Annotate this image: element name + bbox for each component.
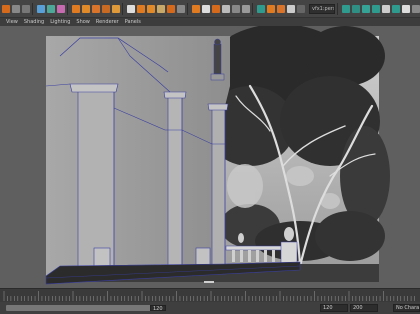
paint-select-icon[interactable]	[22, 4, 30, 13]
move-tool-icon[interactable]	[37, 4, 45, 13]
wireframe-icon[interactable]	[257, 4, 265, 13]
ipr-render-icon[interactable]	[167, 4, 175, 13]
axis-indicator	[204, 281, 214, 283]
timeline-ticks	[3, 291, 415, 301]
plinth-left	[93, 247, 111, 269]
panel-menu-bar: View Shading Lighting Show Renderer Pane…	[0, 18, 420, 26]
snap-point-icon[interactable]	[92, 4, 100, 13]
render-view-icon[interactable]	[157, 4, 165, 13]
ambient-occlusion-icon[interactable]	[382, 4, 390, 13]
pilaster-left	[77, 87, 115, 275]
lasso-tool-icon[interactable]	[12, 4, 20, 13]
balustrade-post	[280, 241, 298, 265]
tree-foliage	[205, 26, 390, 261]
toolbar-separator	[252, 2, 253, 15]
shadows-icon[interactable]	[297, 4, 305, 13]
xray-icon[interactable]	[352, 4, 360, 13]
snap-grid-icon[interactable]	[72, 4, 80, 13]
toolbar-separator	[32, 2, 33, 15]
isolate-select-icon[interactable]	[342, 4, 350, 13]
menu-lighting[interactable]: Lighting	[50, 18, 70, 26]
smooth-shade-icon[interactable]	[267, 4, 275, 13]
toolbar-separator	[337, 2, 338, 15]
cornice-left	[69, 83, 119, 93]
menu-shading[interactable]: Shading	[24, 18, 44, 26]
render-frame-icon[interactable]	[147, 4, 155, 13]
image-plane-icon[interactable]	[212, 4, 220, 13]
antialias-icon[interactable]	[402, 4, 410, 13]
rotate-tool-icon[interactable]	[47, 4, 55, 13]
snap-curve-icon[interactable]	[82, 4, 90, 13]
toolbar-separator	[122, 2, 123, 15]
motion-blur-icon[interactable]	[392, 4, 400, 13]
scale-tool-icon[interactable]	[57, 4, 65, 13]
menu-panels[interactable]: Panels	[125, 18, 141, 26]
select-tool-icon[interactable]	[2, 4, 10, 13]
camera-attributes-icon[interactable]	[192, 4, 200, 13]
range-bar[interactable]	[6, 305, 164, 311]
camera-selector[interactable]: vfx1:persp	[309, 3, 335, 14]
backface-culling-icon[interactable]	[372, 4, 380, 13]
lights-icon[interactable]	[287, 4, 295, 13]
building-wall	[46, 36, 230, 282]
cornice-right	[207, 103, 229, 111]
toolbar-separator	[67, 2, 68, 15]
camera-icon[interactable]	[202, 4, 210, 13]
pilaster-right	[211, 107, 226, 275]
cornice-mid	[163, 91, 187, 99]
menu-show[interactable]: Show	[76, 18, 90, 26]
pilaster-mid	[167, 95, 183, 275]
render-settings-icon[interactable]	[177, 4, 185, 13]
maya-window: vfx1:persp View Shading Lighting Show Re…	[0, 0, 420, 314]
snap-view-icon[interactable]	[102, 4, 110, 13]
range-slider: 120 120 200 No Character Set	[0, 302, 420, 314]
range-current-field[interactable]: 120	[150, 305, 166, 311]
character-set-field[interactable]: No Character Set	[393, 304, 420, 312]
range-end-field[interactable]: 120	[320, 304, 348, 312]
film-gate-icon[interactable]	[232, 4, 240, 13]
textured-icon[interactable]	[277, 4, 285, 13]
xray-joints-icon[interactable]	[362, 4, 370, 13]
viewport-scene	[0, 26, 420, 288]
history-icon[interactable]	[127, 4, 135, 13]
menu-renderer[interactable]: Renderer	[96, 18, 119, 26]
depth-of-field-icon[interactable]	[412, 4, 420, 13]
resolution-gate-icon[interactable]	[242, 4, 250, 13]
grid-icon[interactable]	[222, 4, 230, 13]
menu-view[interactable]: View	[6, 18, 18, 26]
shelf-toolbar: vfx1:persp	[0, 0, 420, 18]
construction-icon[interactable]	[137, 4, 145, 13]
statue	[213, 43, 222, 75]
perspective-viewport[interactable]	[0, 26, 420, 288]
urn	[284, 227, 294, 241]
time-slider[interactable]	[0, 288, 420, 302]
toolbar-separator	[187, 2, 188, 15]
urn-small	[238, 233, 244, 243]
snap-surface-icon[interactable]	[112, 4, 120, 13]
range-max-field[interactable]: 200	[350, 304, 378, 312]
